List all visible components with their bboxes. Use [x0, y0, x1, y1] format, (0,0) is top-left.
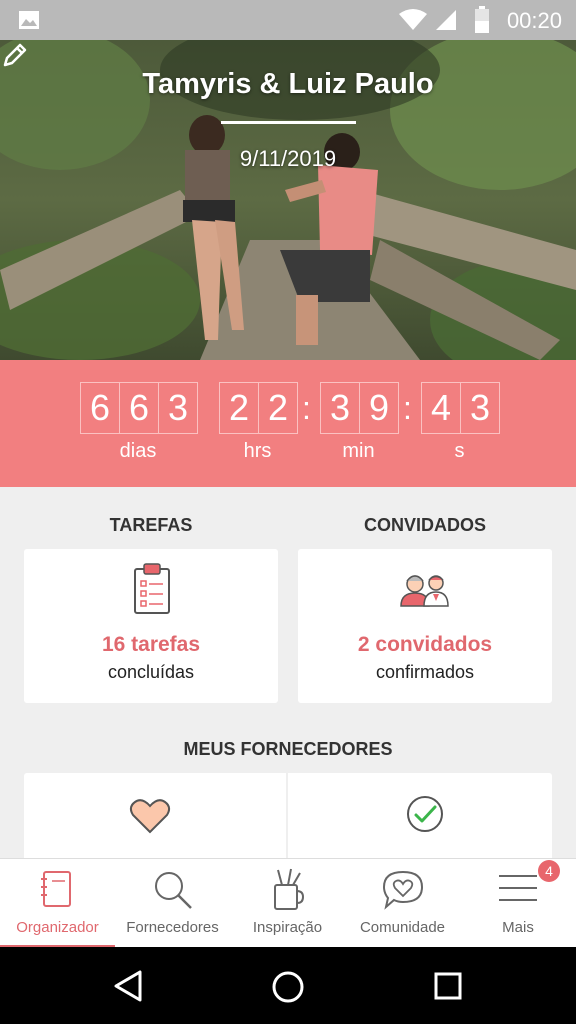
seconds-digits: 4 3 — [421, 382, 500, 434]
tab-label: Mais — [502, 919, 534, 936]
vendor-card-favorites[interactable] — [24, 773, 286, 863]
title-divider — [221, 121, 356, 124]
countdown-digit: 2 — [267, 387, 289, 428]
days-label: dias — [119, 440, 157, 462]
tab-inspiracao[interactable]: Inspiração — [230, 859, 345, 948]
clipboard-icon — [134, 563, 170, 614]
heart-icon — [129, 799, 171, 834]
battery-icon — [475, 6, 489, 33]
countdown-digit: 3 — [469, 387, 491, 428]
back-icon[interactable] — [112, 969, 146, 1003]
wifi-icon — [399, 9, 427, 30]
countdown-digit: 2 — [220, 383, 259, 433]
status-time: 00:20 — [506, 8, 562, 33]
recents-icon[interactable] — [433, 971, 463, 1001]
countdown-digit: 3 — [321, 383, 360, 433]
edit-pencil-icon[interactable] — [0, 40, 30, 70]
seconds-label: s — [454, 440, 465, 462]
menu-icon — [499, 875, 537, 901]
system-nav-bar — [0, 947, 576, 1024]
checkmark-circle-icon — [407, 796, 443, 832]
hours-label: hrs — [243, 440, 272, 462]
signal-icon — [436, 10, 456, 30]
tasks-count: 16 tarefas — [101, 633, 201, 656]
hours-digits: 2 2 — [219, 382, 298, 434]
colon-separator: : — [403, 390, 412, 426]
guests-card[interactable]: 2 convidados confirmados — [298, 549, 552, 703]
notebook-icon — [41, 871, 71, 907]
countdown-digit: 6 — [120, 383, 159, 433]
guests-icon — [400, 575, 449, 607]
guests-heading: CONVIDADOS — [363, 515, 486, 535]
countdown-digit: 3 — [167, 387, 189, 428]
tab-organizador[interactable]: Organizador — [0, 859, 115, 948]
vendors-heading: MEUS FORNECEDORES — [183, 739, 393, 759]
tab-fornecedores[interactable]: Fornecedores — [115, 859, 230, 948]
couple-names: Tamyris & Luiz Paulo — [142, 68, 434, 100]
tab-label: Comunidade — [359, 919, 446, 936]
guests-count: 2 convidados — [357, 633, 493, 656]
tab-comunidade[interactable]: Comunidade — [345, 859, 460, 948]
search-icon — [155, 872, 192, 909]
hero-banner: Tamyris & Luiz Paulo 9/11/2019 — [0, 40, 576, 360]
colon-separator: : — [302, 390, 311, 426]
countdown-digit: 4 — [422, 383, 461, 433]
tasks-heading: TAREFAS — [109, 515, 193, 535]
minutes-label: min — [342, 440, 375, 462]
image-notification-icon — [19, 11, 39, 29]
tab-label: Fornecedores — [126, 919, 219, 936]
vendor-card-booked[interactable] — [288, 773, 552, 863]
tab-label: Inspiração — [252, 919, 323, 936]
tasks-subtitle: concluídas — [107, 662, 195, 682]
days-digits: 6 6 3 — [80, 382, 198, 434]
home-icon[interactable] — [270, 969, 306, 1005]
minutes-digits: 3 9 — [320, 382, 399, 434]
bottom-tab-bar: Organizador Fornecedores Inspiração Comu… — [0, 858, 576, 948]
status-bar: 00:20 — [0, 0, 576, 40]
heart-chat-icon — [382, 870, 424, 910]
guests-subtitle: confirmados — [375, 662, 475, 682]
tasks-card[interactable]: 16 tarefas concluídas — [24, 549, 278, 703]
brush-cup-icon — [274, 868, 304, 910]
countdown-panel: 6 6 3 2 2 : 3 9 : 4 3 dias hrs min s — [0, 360, 576, 487]
countdown-digit: 6 — [81, 383, 120, 433]
notification-badge: 4 — [538, 860, 560, 882]
wedding-date: 9/11/2019 — [239, 146, 337, 171]
tab-label: Organizador — [16, 919, 99, 936]
countdown-digit: 9 — [368, 387, 390, 428]
